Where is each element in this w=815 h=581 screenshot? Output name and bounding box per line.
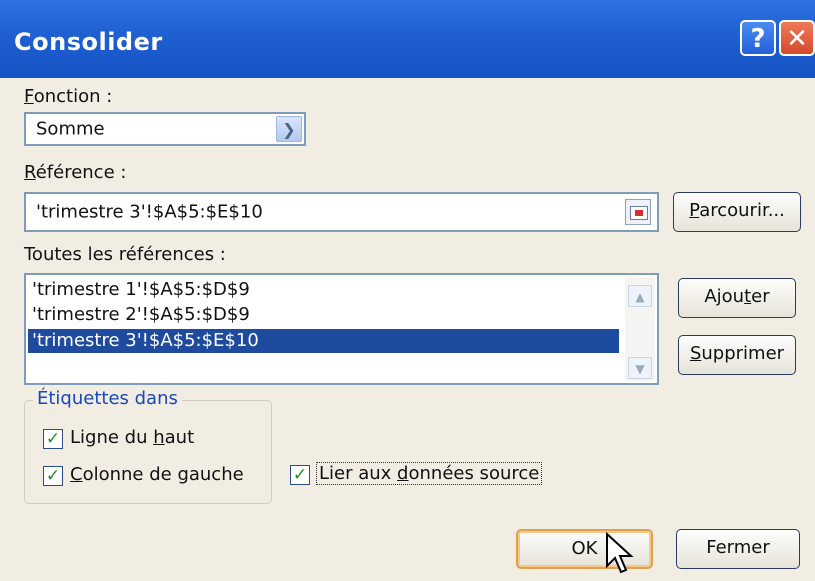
add-button[interactable]: Ajouter	[678, 278, 796, 318]
chevron-down-icon[interactable]: ❯	[276, 116, 302, 142]
top-row-label: Ligne du haut	[70, 427, 195, 448]
mouse-pointer-icon	[606, 531, 634, 574]
help-button[interactable]: ?	[740, 20, 776, 56]
reference-list-item[interactable]: 'trimestre 3'!$A$5:$E$10	[28, 329, 619, 353]
labels-group-title: Étiquettes dans	[33, 388, 182, 409]
function-label: Fonction :	[24, 86, 113, 107]
browse-button[interactable]: Parcourir...	[673, 192, 801, 232]
title-bar: Consolider ? ✕	[0, 0, 815, 78]
scroll-up-icon[interactable]: ▲	[628, 285, 652, 307]
reference-label: Référence :	[24, 162, 127, 183]
collapse-dialog-icon[interactable]	[625, 199, 651, 225]
reference-list-item[interactable]: 'trimestre 1'!$A$5:$D$9	[32, 279, 250, 300]
dialog-title: Consolider	[14, 28, 163, 56]
close-icon[interactable]: ✕	[779, 20, 815, 56]
references-list[interactable]: 'trimestre 1'!$A$5:$D$9 'trimestre 2'!$A$…	[24, 273, 659, 385]
delete-button[interactable]: Supprimer	[678, 335, 796, 375]
function-value: Somme	[36, 118, 105, 140]
close-button[interactable]: Fermer	[676, 529, 800, 569]
link-source-checkbox[interactable]: ✓	[290, 465, 310, 485]
link-source-label: Lier aux données source	[316, 462, 543, 485]
reference-value: 'trimestre 3'!$A$5:$E$10	[36, 201, 263, 223]
dialog-body: Fonction : Somme ❯ Référence : 'trimestr…	[0, 78, 815, 581]
function-select[interactable]: Somme ❯	[24, 112, 306, 146]
scroll-down-icon[interactable]: ▼	[628, 357, 652, 379]
list-scrollbar[interactable]: ▲ ▼	[625, 277, 655, 381]
left-column-label: Colonne de gauche	[70, 464, 244, 485]
reference-input[interactable]: 'trimestre 3'!$A$5:$E$10	[24, 192, 659, 232]
labels-group: Étiquettes dans ✓ Ligne du haut ✓ Colonn…	[24, 388, 272, 504]
all-references-label: Toutes les références :	[24, 244, 226, 265]
top-row-checkbox[interactable]: ✓	[43, 429, 63, 449]
reference-list-item[interactable]: 'trimestre 2'!$A$5:$D$9	[32, 304, 250, 325]
left-column-checkbox[interactable]: ✓	[43, 466, 63, 486]
